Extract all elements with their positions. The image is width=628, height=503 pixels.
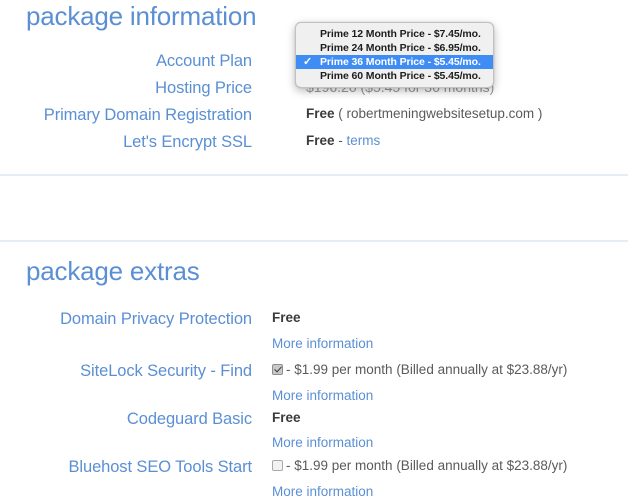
- value-free-text-ssl: Free: [306, 133, 335, 148]
- row-value-lets-encrypt-ssl: Free - terms: [306, 133, 380, 148]
- row-label-account-plan: Account Plan: [155, 52, 252, 70]
- sitelock-security-price-text: - $1.99 per month (Billed annually at $2…: [286, 362, 568, 377]
- dropdown-option-prime-60-month[interactable]: ✓ Prime 60 Month Price - $5.45/mo.: [296, 69, 493, 83]
- row-bluehost-seo-tools-start: Bluehost SEO Tools Start - $1.99 per mon…: [0, 458, 628, 478]
- row-lets-encrypt-ssl: Let's Encrypt SSL Free - terms: [0, 133, 628, 153]
- package-configuration-page: package information Account Plan Hosting…: [0, 0, 628, 503]
- row-label-sitelock-security: SiteLock Security - Find: [80, 362, 252, 380]
- bluehost-seo-tools-checkbox[interactable]: [272, 460, 283, 471]
- row-label-lets-encrypt-ssl: Let's Encrypt SSL: [123, 133, 252, 151]
- sitelock-security-checkbox[interactable]: [272, 364, 283, 375]
- account-plan-dropdown-popup[interactable]: ✓ Prime 12 Month Price - $7.45/mo. ✓ Pri…: [295, 22, 494, 88]
- row-value-codeguard-basic: Free: [272, 410, 301, 425]
- row-sitelock-security: SiteLock Security - Find - $1.99 per mon…: [0, 362, 628, 382]
- value-free-text-privacy: Free: [272, 310, 301, 325]
- package-extras-heading: package extras: [26, 256, 200, 286]
- dropdown-option-label: Prime 36 Month Price - $5.45/mo.: [320, 56, 481, 68]
- value-separator: -: [334, 133, 347, 148]
- row-label-bluehost-seo-tools-start: Bluehost SEO Tools Start: [68, 458, 253, 476]
- dropdown-option-prime-24-month[interactable]: ✓ Prime 24 Month Price - $6.95/mo.: [296, 41, 493, 55]
- dropdown-option-label: Prime 24 Month Price - $6.95/mo.: [320, 42, 481, 54]
- bluehost-seo-tools-price-text: - $1.99 per month (Billed annually at $2…: [286, 458, 568, 473]
- dropdown-option-label: Prime 60 Month Price - $5.45/mo.: [320, 70, 481, 82]
- row-domain-privacy-protection: Domain Privacy Protection Free: [0, 310, 628, 330]
- dropdown-option-prime-12-month[interactable]: ✓ Prime 12 Month Price - $7.45/mo.: [296, 27, 493, 41]
- row-label-domain-privacy-protection: Domain Privacy Protection: [60, 310, 252, 328]
- value-free-text: Free: [306, 106, 335, 121]
- row-value-bluehost-seo-tools-start: - $1.99 per month (Billed annually at $2…: [272, 458, 567, 473]
- row-value-domain-privacy-protection: Free: [272, 310, 301, 325]
- dropdown-option-prime-36-month[interactable]: ✓ Prime 36 Month Price - $5.45/mo.: [296, 55, 493, 69]
- value-free-text-codeguard: Free: [272, 410, 301, 425]
- checkmark-icon: ✓: [303, 56, 313, 68]
- dropdown-option-label: Prime 12 Month Price - $7.45/mo.: [320, 28, 481, 40]
- row-label-hosting-price: Hosting Price: [155, 79, 252, 97]
- more-information-link-sitelock-security[interactable]: More information: [272, 388, 373, 403]
- package-information-heading: package information: [26, 1, 257, 31]
- section-divider-top: [0, 174, 628, 176]
- value-domain-text: ( robertmeningwebsitesetup.com ): [334, 106, 543, 121]
- more-information-link-codeguard-basic[interactable]: More information: [272, 435, 373, 450]
- row-label-codeguard-basic: Codeguard Basic: [126, 410, 252, 428]
- row-value-primary-domain-registration: Free ( robertmeningwebsitesetup.com ): [306, 106, 542, 121]
- section-divider-bottom: [0, 240, 628, 242]
- more-information-link-domain-privacy-protection[interactable]: More information: [272, 336, 373, 351]
- row-primary-domain-registration: Primary Domain Registration Free ( rober…: [0, 106, 628, 126]
- more-information-link-bluehost-seo-tools-start[interactable]: More information: [272, 484, 373, 499]
- terms-link[interactable]: terms: [347, 133, 381, 148]
- row-label-primary-domain-registration: Primary Domain Registration: [43, 106, 252, 124]
- row-value-sitelock-security: - $1.99 per month (Billed annually at $2…: [272, 362, 567, 377]
- row-codeguard-basic: Codeguard Basic Free: [0, 410, 628, 430]
